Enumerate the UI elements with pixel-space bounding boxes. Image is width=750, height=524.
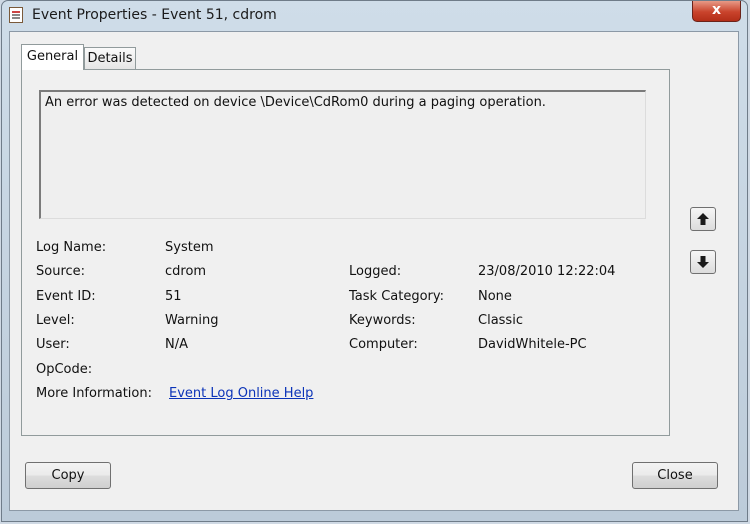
event-viewer-icon [9, 7, 23, 23]
logged-label: Logged: [349, 264, 402, 279]
tab-general[interactable]: General [21, 44, 84, 70]
computer-label: Computer: [349, 337, 418, 352]
event-description[interactable]: An error was detected on device \Device\… [39, 90, 646, 219]
arrow-up-icon [697, 213, 709, 225]
opcode-label: OpCode: [36, 362, 93, 377]
arrow-down-icon [697, 256, 709, 268]
keywords-value: Classic [478, 313, 523, 328]
window-close-button[interactable]: x [692, 1, 741, 22]
event-properties-window: Event Properties - Event 51, cdrom x Gen… [1, 0, 748, 522]
event-id-label: Event ID: [36, 289, 96, 304]
dialog-client-area: General Details An error was detected on… [9, 31, 739, 511]
user-value: N/A [165, 337, 188, 352]
tab-details[interactable]: Details [84, 47, 136, 71]
close-button[interactable]: Close [632, 462, 718, 489]
task-category-value: None [478, 289, 512, 304]
general-tab-panel: An error was detected on device \Device\… [21, 69, 670, 436]
log-name-label: Log Name: [36, 240, 107, 255]
level-label: Level: [36, 313, 75, 328]
task-category-label: Task Category: [349, 289, 445, 304]
event-id-value: 51 [165, 289, 182, 304]
window-title: Event Properties - Event 51, cdrom [32, 7, 277, 23]
keywords-label: Keywords: [349, 313, 416, 328]
user-label: User: [36, 337, 70, 352]
next-event-button[interactable] [690, 250, 716, 274]
logged-value: 23/08/2010 12:22:04 [478, 264, 616, 279]
source-label: Source: [36, 264, 86, 279]
log-name-value: System [165, 240, 214, 255]
title-bar[interactable]: Event Properties - Event 51, cdrom x [2, 1, 747, 31]
source-value: cdrom [165, 264, 207, 279]
previous-event-button[interactable] [690, 207, 716, 231]
level-value: Warning [165, 313, 219, 328]
copy-button[interactable]: Copy [25, 462, 111, 489]
event-log-online-help-link[interactable]: Event Log Online Help [169, 386, 313, 401]
computer-value: DavidWhitele-PC [478, 337, 587, 352]
more-information-label: More Information: [36, 386, 152, 401]
